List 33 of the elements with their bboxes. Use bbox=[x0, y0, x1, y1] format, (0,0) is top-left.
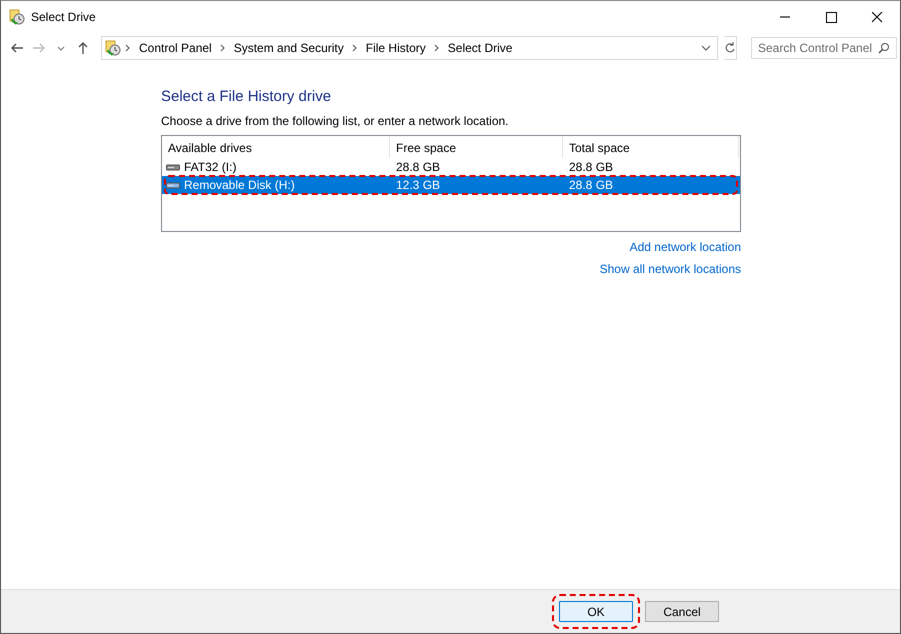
drive-icon bbox=[166, 180, 180, 190]
drive-list[interactable]: Available drives Free space Total space FAT32 (I:) 28.8 GB 28.8 GB Removable Disk (H:) 12.3 GB 28.8 GB bbox=[161, 135, 741, 232]
page-heading: Select a File History drive bbox=[161, 88, 332, 105]
table-cell: 12.3 GB bbox=[396, 178, 440, 192]
link[interactable]: Add network location bbox=[630, 240, 741, 254]
table-cell: 28.8 GB bbox=[569, 178, 614, 192]
maximize-icon bbox=[826, 12, 836, 22]
breadcrumb-item[interactable]: System and Security bbox=[230, 41, 348, 55]
list-row[interactable]: Removable Disk (H:) 12.3 GB 28.8 GB bbox=[162, 176, 740, 194]
column-header[interactable]: Total space bbox=[563, 136, 739, 158]
refresh-icon bbox=[724, 42, 736, 54]
list-row[interactable]: FAT32 (I:) 28.8 GB 28.8 GB bbox=[162, 158, 740, 176]
breadcrumb-item[interactable]: Select Drive bbox=[444, 41, 516, 55]
window-title: Select Drive bbox=[31, 10, 96, 24]
breadcrumb-item[interactable]: Control Panel bbox=[135, 41, 216, 55]
column-header[interactable]: Free space bbox=[390, 136, 563, 158]
close-icon bbox=[872, 12, 882, 22]
refresh-button[interactable] bbox=[724, 36, 737, 60]
breadcrumb-item[interactable]: File History bbox=[362, 41, 430, 55]
file-history-icon bbox=[9, 9, 25, 25]
search-field[interactable]: Search Control Panel bbox=[751, 37, 897, 59]
table-cell: 28.8 GB bbox=[396, 160, 440, 174]
search-icon bbox=[878, 42, 890, 54]
column-header[interactable]: Available drives bbox=[162, 136, 390, 158]
table-cell: 28.8 GB bbox=[569, 160, 614, 174]
instruction-text: Choose a drive from the following list, or enter a network location. bbox=[161, 114, 510, 128]
file-history-icon bbox=[105, 40, 121, 56]
drive-name: Removable Disk (H:) bbox=[184, 178, 295, 192]
link[interactable]: Show all network locations bbox=[600, 262, 741, 276]
drive-icon bbox=[166, 162, 180, 172]
address-bar[interactable]: Control Panel System and Security File History Select Drive bbox=[101, 36, 718, 60]
drive-name: FAT32 (I:) bbox=[184, 160, 236, 174]
cancel-button[interactable]: Cancel bbox=[645, 601, 719, 622]
